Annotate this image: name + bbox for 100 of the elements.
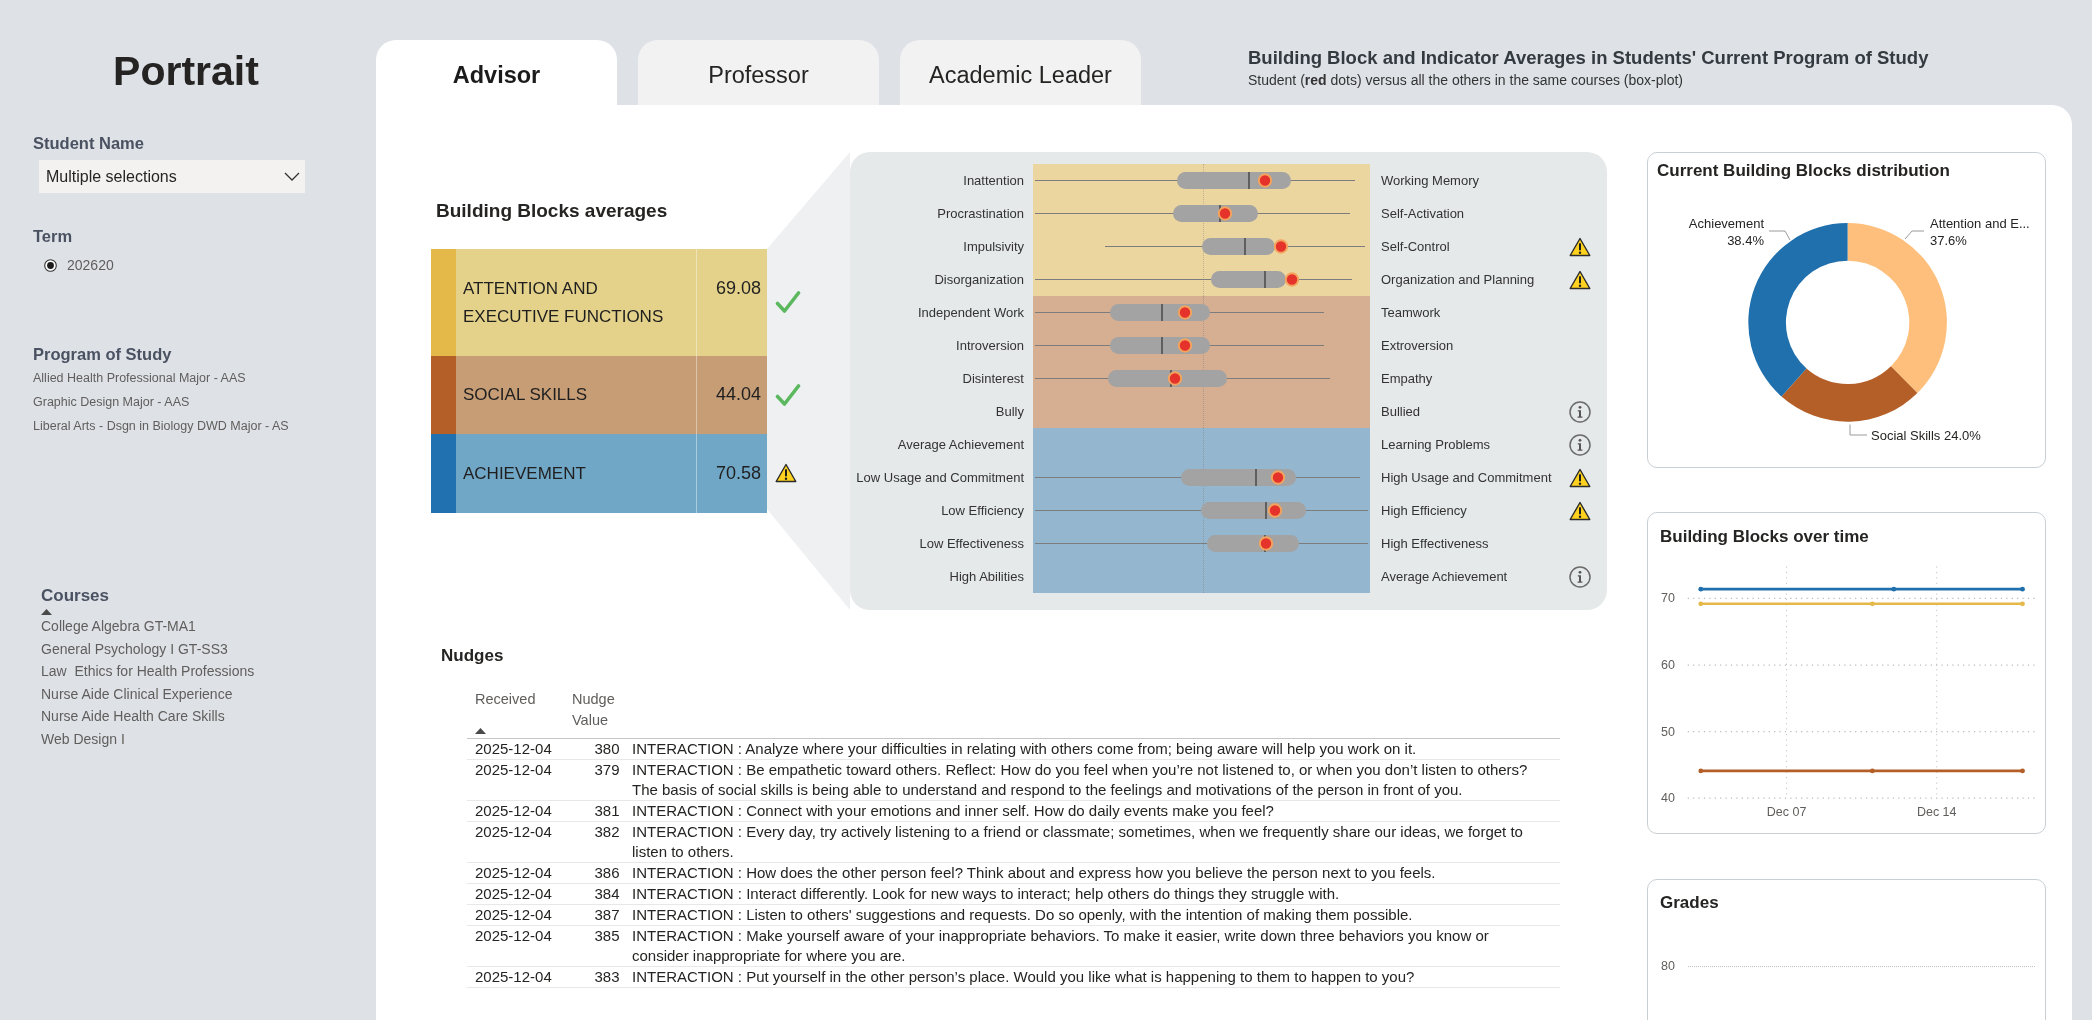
report-title: Portrait: [112, 47, 260, 95]
chart-title: Grades: [1659, 892, 1719, 914]
table-cell-text: 387: [593, 905, 621, 925]
indicator-label: Inattention: [963, 173, 1024, 188]
chart-title: Current Building Blocks distribution: [1656, 160, 1950, 182]
axis-tick-label: 40: [1661, 791, 1675, 806]
table-cell-text: 2025-12-04: [474, 760, 553, 780]
chevron-down-icon: [284, 172, 300, 181]
building-block-name: ATTENTION AND EXECUTIVE FUNCTIONS: [462, 277, 665, 328]
filter-label: Student Name: [33, 133, 144, 153]
student-dot: [1267, 503, 1283, 518]
table-cell-text: 2025-12-04: [474, 863, 553, 883]
radio-label[interactable]: 202620: [67, 257, 114, 273]
indicator-label: Bullied: [1381, 404, 1421, 419]
data-label: Achievement 38.4%: [1688, 215, 1764, 248]
data-label: Social Skills 24.0%: [1871, 427, 1981, 443]
student-dot: [1217, 206, 1233, 221]
axis-tick-label: Dec 14: [1916, 804, 1957, 819]
student-dot: [1177, 338, 1193, 353]
indicator-label: High Effectiveness: [1381, 536, 1489, 551]
data-point: [1869, 601, 1875, 607]
data-point: [1698, 601, 1704, 607]
data-point: [1698, 768, 1704, 774]
building-block-value: 44.04: [714, 383, 762, 407]
student-dot: [1270, 470, 1286, 485]
indicator-label: Disorganization: [934, 272, 1024, 287]
table-cell-text: INTERACTION : Be empathetic toward others. Reflect: How do you feel when you’re not listened to, or when you don’t listen to others? The basis of social skills is being able to understand and respond to the feelings and motivations of the person in front of you.: [631, 760, 1529, 800]
data-point: [2020, 601, 2025, 607]
table-cell-text: INTERACTION : Put yourself in the other person’s place. Would you like what is happening to them to happen to you?: [631, 967, 1416, 987]
indicator-label: Introversion: [956, 338, 1024, 353]
indicator-label: Self-Activation: [1381, 206, 1465, 221]
indicator-label: Independent Work: [918, 305, 1024, 320]
indicator-label: Empathy: [1381, 371, 1433, 386]
indicator-label: High Abilities: [949, 569, 1024, 584]
table-cell-text: 2025-12-04: [474, 822, 553, 842]
data-point: [2020, 768, 2025, 774]
indicator-label: Average Achievement: [1381, 569, 1508, 584]
table-cell-text: 2025-12-04: [474, 884, 553, 904]
indicator-label: High Usage and Commitment: [1381, 470, 1552, 485]
course-item: College Algebra GT-MA1: [41, 617, 196, 636]
student-dot: [1177, 305, 1193, 320]
table-cell-text: 380: [593, 739, 621, 759]
student-dot: [1284, 272, 1300, 287]
course-item: Law Ethics for Health Professions: [41, 662, 255, 682]
indicator-label: Impulsivity: [963, 239, 1024, 254]
axis-tick-label: 70: [1661, 591, 1675, 606]
data-point: [1698, 586, 1704, 592]
tab[interactable]: Professor: [638, 40, 879, 105]
table-cell-text: 2025-12-04: [474, 967, 553, 987]
tab[interactable]: Advisor: [376, 40, 617, 105]
indicator-label: Low Usage and Commitment: [856, 470, 1024, 485]
indicator-label: Learning Problems: [1381, 437, 1491, 452]
student-dot: [1257, 173, 1273, 188]
section-title: Nudges: [441, 645, 504, 667]
section-title: Building Blocks averages: [435, 199, 668, 223]
student-dot: [1273, 239, 1289, 254]
table-cell-text: INTERACTION : Analyze where your difficulties in relating with others come from; being aware will help you work on it.: [631, 739, 1418, 759]
axis-tick-label: Dec 07: [1766, 804, 1807, 819]
student-name-dropdown[interactable]: Multiple selections: [39, 160, 305, 193]
data-point: [1869, 768, 1875, 774]
building-block-name: ACHIEVEMENT: [462, 462, 587, 485]
indicator-label: Teamwork: [1381, 305, 1441, 320]
building-block-name: SOCIAL SKILLS: [462, 384, 589, 407]
table-cell-text: INTERACTION : How does the other person feel? Think about and express how you believe the person next to you feels.: [631, 863, 1437, 883]
indicator-label: Organization and Planning: [1381, 272, 1535, 287]
table-cell-text: 2025-12-04: [474, 926, 553, 946]
tab[interactable]: Academic Leader: [900, 40, 1141, 105]
table-cell-text: 386: [593, 863, 621, 883]
table-cell-text: INTERACTION : Listen to others' suggestions and requests. Do so openly, with the intention of making them possible.: [631, 905, 1414, 925]
table-cell-text: 381: [593, 801, 621, 821]
data-point: [2020, 586, 2025, 592]
indicator-label: Self-Control: [1381, 239, 1450, 254]
report-heading: Building Block and Indicator Averages in Students' Current Program of Study: [1248, 46, 1929, 69]
indicator-label: Procrastination: [937, 206, 1024, 221]
table-cell-text: 2025-12-04: [474, 801, 553, 821]
building-block-value: 70.58: [714, 461, 762, 485]
column-header[interactable]: Nudge Value: [568, 689, 622, 738]
table-cell-text: 379: [593, 760, 621, 780]
leader-line: [1849, 424, 1868, 436]
report-subheading: Student (red dots) versus all the others in the same courses (box-plot): [1248, 71, 1683, 89]
axis-tick-label: 80: [1660, 959, 1675, 973]
program-item: Liberal Arts - Dsgn in Biology DWD Major - AS: [33, 418, 289, 435]
table-cell-text: INTERACTION : Make yourself aware of your inappropriate behaviors. To make it easier, write down three behaviors you know or consider inappropriate for where you are.: [631, 926, 1490, 966]
table-cell-text: 382: [593, 822, 621, 842]
chart-title: Building Blocks over time: [1659, 526, 1869, 548]
leader-line: [1768, 230, 1791, 241]
axis-tick-label: 50: [1661, 724, 1675, 739]
radio-button[interactable]: [44, 258, 57, 272]
building-block-value: 69.08: [714, 276, 762, 300]
table-cell-text: 383: [593, 967, 621, 987]
indicator-label: Low Effectiveness: [919, 536, 1024, 551]
table-cell-text: 385: [593, 926, 621, 946]
indicator-label: Low Efficiency: [941, 503, 1024, 518]
table-cell-text: 2025-12-04: [474, 739, 553, 759]
indicator-label: Average Achievement: [897, 437, 1024, 452]
table-cell-text: 384: [593, 884, 621, 904]
course-item: Web Design I: [41, 729, 125, 749]
leader-line: [1904, 230, 1925, 240]
axis-tick-label: 60: [1661, 658, 1675, 673]
column-header[interactable]: Received: [467, 689, 568, 738]
